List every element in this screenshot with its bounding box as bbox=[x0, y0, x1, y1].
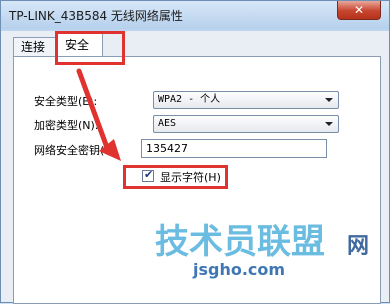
watermark-url: jsgho.com bbox=[192, 260, 285, 279]
watermark-logo-suffix: 网 bbox=[347, 234, 369, 259]
watermark-logo-text: 技术员联盟 bbox=[155, 222, 325, 262]
watermark-logo: 技术员联盟 网 jsgho.com bbox=[155, 222, 369, 279]
wireless-properties-window: TP-LINK_43B584 无线网络属性 ✕ 连接 安全 安全类型(E): W… bbox=[0, 0, 390, 304]
